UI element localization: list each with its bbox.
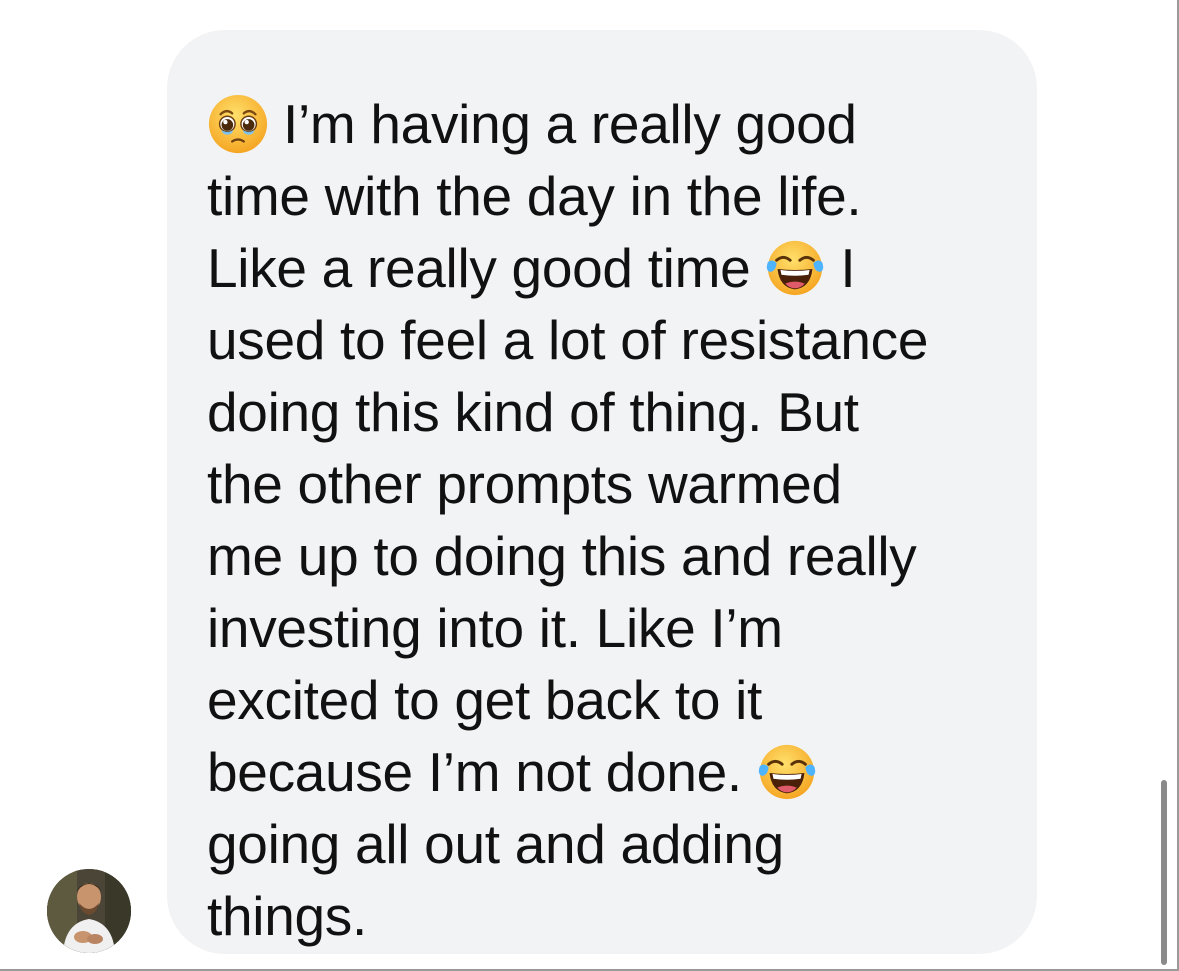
message-line: investing into it. Like I’m xyxy=(207,597,783,659)
pleading-face-icon xyxy=(207,93,269,155)
message-line: time with the day in the life. xyxy=(207,165,862,227)
message-line: doing this kind of thing. But xyxy=(207,381,859,443)
message-line: me up to doing this and really xyxy=(207,525,917,587)
message-line: Like a really good time I xyxy=(207,237,856,299)
message-line: excited to get back to it xyxy=(207,669,763,731)
message-line: the other prompts warmed xyxy=(207,453,842,515)
message-line: going all out and adding xyxy=(207,813,784,875)
avatar-photo-icon xyxy=(47,869,131,953)
scrollbar[interactable] xyxy=(1161,780,1167,965)
message-line: things. xyxy=(207,885,367,947)
message-line: used to feel a lot of resistance xyxy=(207,309,929,371)
message-thread-screen: I’m having a really good time with the d… xyxy=(0,0,1179,971)
message-line: I’m having a really good xyxy=(207,88,997,160)
received-message-bubble[interactable]: I’m having a really good time with the d… xyxy=(167,30,1037,954)
message-line: because I’m not done. xyxy=(207,736,997,808)
sender-avatar[interactable] xyxy=(47,869,131,953)
tears-of-joy-icon xyxy=(756,741,818,803)
tears-of-joy-icon xyxy=(764,237,826,299)
